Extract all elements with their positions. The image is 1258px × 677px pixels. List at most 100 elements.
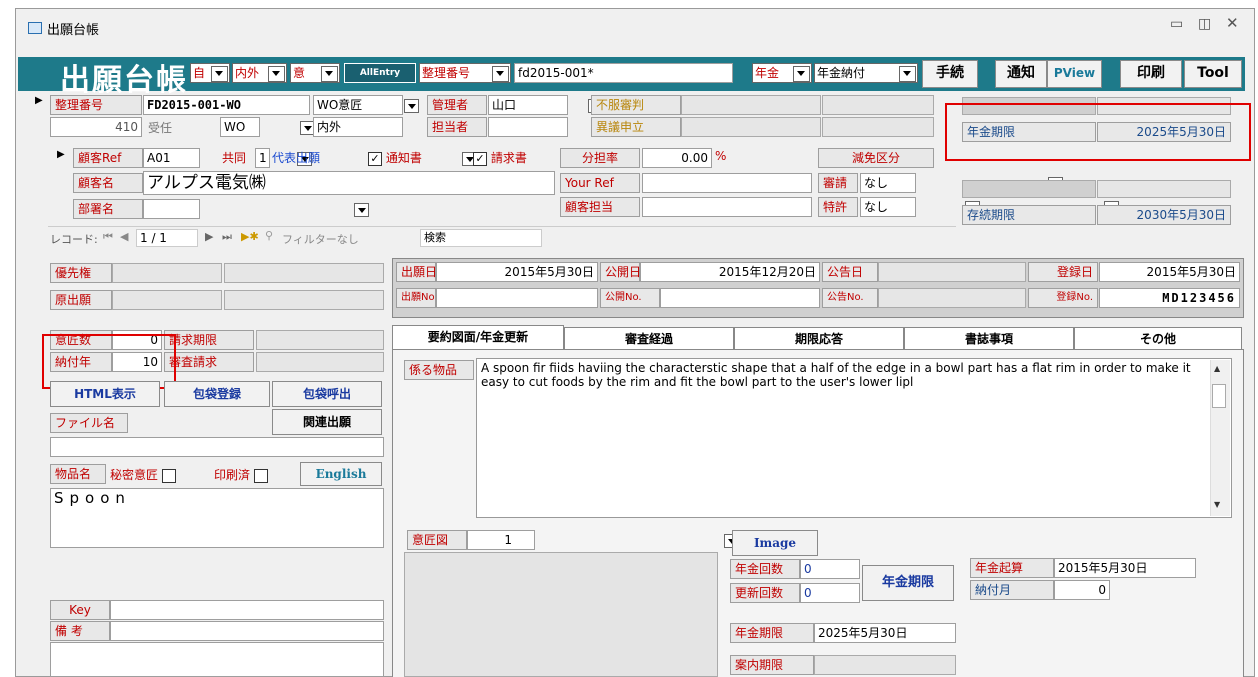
wo-isho-field[interactable]: WO意匠 (313, 95, 403, 115)
tokkyo-field[interactable]: なし (860, 197, 916, 217)
new-record-icon[interactable]: ▶✱ (241, 230, 259, 243)
kanren-button[interactable]: 関連出願 (272, 409, 382, 435)
close-icon[interactable]: ✕ (1226, 14, 1239, 32)
ishozu-field[interactable]: 1 (467, 530, 535, 550)
nenkin-kaisu-field[interactable]: 0 (800, 559, 860, 579)
busho-field[interactable] (143, 199, 200, 219)
first-record-icon[interactable]: ⏮ (103, 230, 113, 244)
scroll-thumb[interactable] (1212, 384, 1226, 408)
shutsugan-no-field[interactable] (436, 288, 598, 308)
buntan-label: 分担率 (560, 148, 640, 168)
scroll-down-icon[interactable]: ▼ (1214, 500, 1220, 509)
print-button[interactable]: 印刷 (1120, 60, 1182, 88)
dd-nenkin-text: 年金 (755, 66, 780, 80)
allentry-button[interactable]: AllEntry (344, 63, 416, 83)
seikyusho-checkbox[interactable]: ✓ 請求書 (473, 149, 527, 166)
dd-jibun[interactable]: 自 (190, 63, 230, 83)
your-ref-label: Your Ref (560, 173, 640, 193)
tab-shinsa[interactable]: 審査経過 (564, 327, 734, 351)
seiri-field[interactable]: FD2015-001-WO (143, 95, 310, 115)
dd-i[interactable]: 意 (290, 63, 340, 83)
key-field[interactable] (110, 600, 384, 620)
chevron-down-icon[interactable] (404, 98, 419, 113)
dd-mgmt-text: 整理番号 (422, 66, 471, 80)
pview-button[interactable]: PView (1047, 60, 1102, 88)
pct-text: % (715, 149, 727, 163)
kokyaku-tanto-label: 顧客担当 (560, 197, 640, 217)
hotai-yobidashi-button[interactable]: 包袋呼出 (272, 381, 382, 407)
yusen-field-2 (224, 263, 384, 283)
key-label: Key (50, 600, 110, 620)
wo-dd-field[interactable]: WO (220, 117, 260, 137)
naigai-field[interactable]: 内外 (313, 117, 403, 137)
nenkin-kisan-field[interactable]: 2015年5月30日 (1054, 558, 1196, 578)
shutsugan-field[interactable]: 2015年5月30日 (436, 262, 598, 282)
prev-record-icon[interactable]: ◀ (120, 230, 128, 243)
kokai-no-label: 公開No. (600, 288, 660, 308)
tsuchi-button[interactable]: 通知 (995, 60, 1047, 88)
annai-kigen-label: 案内期限 (730, 655, 814, 675)
kokai-no-field[interactable] (660, 288, 820, 308)
next-record-icon[interactable]: ▶ (205, 230, 213, 243)
html-button[interactable]: HTML表示 (50, 381, 160, 407)
dd-nenkin-nofu[interactable]: 年金納付 (814, 63, 918, 83)
himitsu-checkbox[interactable]: 秘密意匠 (110, 466, 176, 483)
kokoku-no-label: 公告No. (822, 288, 878, 308)
subrecord-selector-icon: ▶ (57, 149, 65, 160)
nenkin-kigen-button[interactable]: 年金期限 (862, 565, 954, 601)
dd-nenkin[interactable]: 年金 (752, 63, 812, 83)
shinsei-field[interactable]: なし (860, 173, 916, 193)
filter-label[interactable]: フィルターなし (282, 231, 359, 247)
seikyusho-label: 請求書 (490, 151, 527, 165)
biko-field[interactable] (110, 621, 384, 641)
mgmt-search-input[interactable]: fd2015-001* (514, 63, 733, 83)
kokyaku-tanto-field[interactable] (642, 197, 812, 217)
tsuchisho-checkbox[interactable]: ✓ 通知書 (368, 149, 422, 166)
toroku-no-field[interactable]: MD123456 (1099, 288, 1240, 308)
dd-mgmt[interactable]: 整理番号 (419, 63, 511, 83)
dd-naigai[interactable]: 内外 (232, 63, 287, 83)
fufuku-label: 不服審判 (591, 95, 681, 115)
buntan-field[interactable]: 0.00 (642, 148, 712, 168)
hotai-toroku-button[interactable]: 包袋登録 (164, 381, 270, 407)
nenkin-kigen-field-2[interactable]: 2025年5月30日 (814, 623, 956, 643)
minimize-icon[interactable]: ▭ (1170, 16, 1183, 32)
dd-naigai-text: 内外 (235, 66, 260, 80)
kokyaku-name-field[interactable]: アルプス電気㈱ (143, 171, 555, 195)
tool-button[interactable]: Tool (1184, 60, 1242, 88)
tab-kigen[interactable]: 期限応答 (734, 327, 904, 351)
tetsuzuki-button[interactable]: 手続 (922, 60, 978, 88)
nofu-tsuki-field[interactable]: 0 (1054, 580, 1110, 600)
toroku-field[interactable]: 2015年5月30日 (1099, 262, 1240, 282)
chevron-down-icon[interactable] (353, 202, 369, 217)
kokai-field[interactable]: 2015年12月20日 (640, 262, 820, 282)
ishozu-image-area (404, 552, 718, 677)
kyodo-num[interactable]: 1 (255, 148, 270, 168)
toroku-no-label: 登録No. (1028, 288, 1098, 308)
nav-search-input[interactable]: 検索 (420, 229, 542, 247)
blank-field-2 (822, 117, 934, 137)
insatsu-checkbox[interactable]: 印刷済 (214, 466, 268, 483)
shutsugan-label: 出願日 (396, 262, 436, 282)
file-field[interactable] (50, 437, 384, 457)
koshin-kaisu-field[interactable]: 0 (800, 583, 860, 603)
your-ref-field[interactable] (642, 173, 812, 193)
english-button[interactable]: English (300, 462, 382, 486)
buppin-field[interactable]: Spoon (50, 488, 384, 548)
last-record-icon[interactable]: ⏭ (222, 230, 232, 244)
restore-icon[interactable]: ◫ (1198, 16, 1211, 32)
biko-memo[interactable] (50, 642, 384, 677)
tab-yoyaku[interactable]: 要約図面/年金更新 (392, 325, 564, 349)
shinsa-seikyu-label: 審査請求 (164, 352, 254, 372)
image-button[interactable]: Image (732, 530, 818, 556)
tantosha-field[interactable] (488, 117, 568, 137)
record-position[interactable]: 1 / 1 (136, 229, 198, 247)
kanrisha-field[interactable]: 山口 (488, 95, 568, 115)
insatsu-label: 印刷済 (214, 468, 251, 482)
description-textarea[interactable]: A spoon fir fiids haviing the characters… (476, 358, 1232, 518)
tab-shoshi[interactable]: 書誌事項 (904, 327, 1074, 351)
scroll-up-icon[interactable]: ▲ (1214, 364, 1220, 373)
kokyaku-ref-field[interactable]: A01 (143, 148, 200, 168)
record-selector-icon: ▶ (35, 95, 43, 106)
tab-sonota[interactable]: その他 (1074, 327, 1242, 351)
